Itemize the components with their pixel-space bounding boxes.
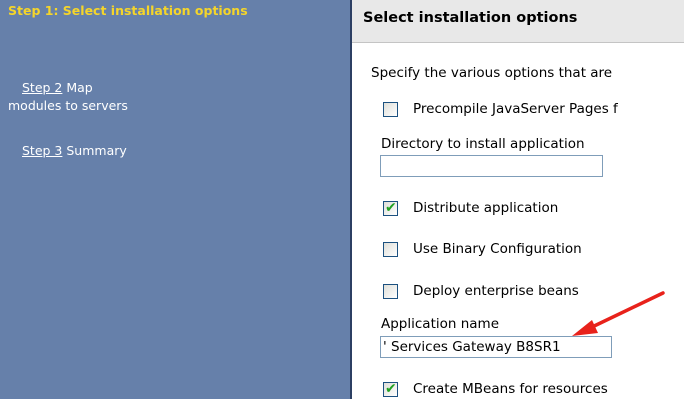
directory-label: Directory to install application — [381, 136, 585, 152]
precompile-label: Precompile JavaServer Pages f — [413, 101, 618, 117]
current-step-label: Step 1: Select installation options — [8, 3, 248, 18]
distribute-checkbox[interactable]: ✔ — [383, 200, 398, 216]
page-title: Select installation options — [363, 10, 578, 26]
content-header: Select installation options — [352, 0, 684, 43]
precompile-checkbox[interactable] — [383, 102, 398, 117]
options-panel: Specify the various options that are Pre… — [352, 43, 684, 399]
step2-text-continued: modules to servers — [8, 98, 128, 113]
step3-text: Summary — [62, 143, 127, 158]
binary-label: Use Binary Configuration — [413, 241, 582, 257]
distribute-label: Distribute application — [413, 200, 559, 216]
mbeans-checkbox[interactable]: ✔ — [383, 381, 398, 397]
step2-item: Step 2 Map — [22, 78, 93, 98]
checkmark-icon: ✔ — [385, 381, 397, 397]
directory-input[interactable] — [380, 155, 603, 177]
step3-item: Step 3 Summary — [22, 141, 127, 161]
step2-link[interactable]: Step 2 — [22, 80, 62, 95]
checkmark-icon: ✔ — [385, 200, 397, 216]
wizard-sidebar: Step 1: Select installation options Step… — [0, 0, 350, 399]
description-text: Specify the various options that are — [371, 65, 613, 81]
deploy-checkbox[interactable] — [383, 284, 398, 299]
step3-link[interactable]: Step 3 — [22, 143, 62, 158]
binary-checkbox[interactable] — [383, 242, 398, 257]
app-name-label: Application name — [381, 316, 500, 332]
mbeans-label: Create MBeans for resources — [413, 381, 608, 397]
step2-text: Map — [62, 80, 93, 95]
red-arrow-annotation — [572, 291, 665, 336]
